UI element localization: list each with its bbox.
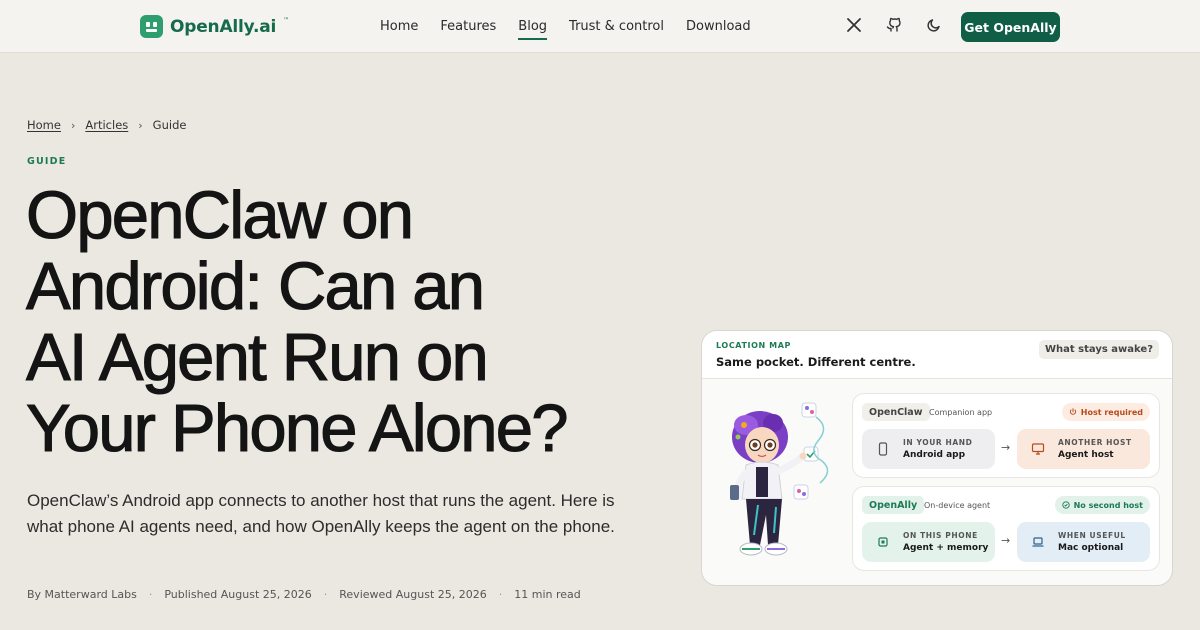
nav-link-trust[interactable]: Trust & control — [569, 19, 664, 40]
on-this-phone-box: ON THIS PHONE Agent + memory — [862, 522, 995, 562]
openclaw-panel: OpenClaw Companion app Host required IN … — [852, 393, 1160, 478]
box-value: Agent + memory — [903, 543, 989, 553]
moon-icon[interactable] — [926, 17, 944, 35]
in-your-hand-box: IN YOUR HAND Android app — [862, 429, 995, 469]
meta-separator: · — [498, 588, 503, 601]
chevron-right-icon: › — [70, 118, 76, 132]
arrow-right-icon: → — [1001, 441, 1011, 454]
nav-link-blog[interactable]: Blog — [518, 19, 548, 40]
chevron-right-icon: › — [138, 118, 143, 132]
nav-links: Home Features Blog Trust & control Downl… — [380, 19, 773, 40]
nav-link-features[interactable]: Features — [440, 19, 496, 40]
laptop-icon — [1025, 529, 1051, 555]
box-value: Agent host — [1058, 450, 1114, 460]
arrow-right-icon: → — [1001, 534, 1011, 547]
title-line: Your Phone Alone? — [25, 391, 569, 466]
breadcrumb-articles[interactable]: Articles — [85, 118, 128, 132]
location-map-card: LOCATION MAP Same pocket. Different cent… — [701, 330, 1173, 586]
logo-tm: ™ — [283, 17, 290, 24]
box-label: ON THIS PHONE — [903, 531, 978, 540]
box-value: Mac optional — [1058, 543, 1124, 553]
nav-link-download[interactable]: Download — [686, 19, 751, 40]
status-badge: No second host — [1054, 496, 1150, 514]
phone-icon — [870, 436, 896, 462]
openally-tag: OpenAlly — [862, 496, 925, 514]
article-dek: OpenClaw’s Android app connects to anoth… — [27, 491, 615, 536]
logo-icon — [140, 15, 163, 38]
mascot-illustration — [730, 402, 829, 556]
openclaw-tag: OpenClaw — [862, 403, 930, 421]
power-icon — [1069, 408, 1076, 415]
card-kicker: LOCATION MAP — [716, 341, 791, 350]
another-host-box: ANOTHER HOST Agent host — [1017, 429, 1150, 469]
box-label: WHEN USEFUL — [1058, 531, 1126, 540]
status-text: Host required — [1080, 407, 1143, 417]
github-icon[interactable] — [886, 17, 904, 35]
title-line: AI Agent Run on — [25, 320, 489, 395]
breadcrumb-current: Guide — [152, 118, 187, 132]
breadcrumb-home[interactable]: Home — [27, 118, 61, 132]
status-text: No second host — [1073, 500, 1143, 510]
openally-panel: OpenAlly On-device agent No second host … — [852, 486, 1160, 571]
logo-text: OpenAlly.ai — [170, 16, 277, 37]
get-openally-button[interactable]: Get OpenAlly — [961, 12, 1060, 42]
breadcrumb: Home › Articles › Guide — [27, 118, 186, 132]
meta-separator: · — [148, 588, 153, 601]
title-line: OpenClaw on — [25, 178, 414, 253]
top-nav: OpenAlly.ai ™ Home Features Blog Trust & … — [0, 0, 1200, 53]
published-date: Published August 25, 2026 — [164, 588, 312, 601]
article-meta: By Matterward Labs · Published August 25… — [27, 588, 581, 601]
logo[interactable]: OpenAlly.ai ™ — [140, 15, 289, 38]
chip-icon — [870, 529, 896, 555]
card-title: Same pocket. Different centre. — [716, 355, 916, 369]
status-badge: Host required — [1061, 403, 1150, 421]
meta-separator: · — [323, 588, 328, 601]
monitor-icon — [1025, 436, 1051, 462]
x-logo-icon[interactable] — [846, 17, 864, 35]
box-label: ANOTHER HOST — [1058, 438, 1132, 447]
article-kicker: GUIDE — [27, 156, 67, 167]
page-title: OpenClaw on Android: Can an AI Agent Run… — [25, 178, 666, 466]
card-header: LOCATION MAP Same pocket. Different cent… — [702, 331, 1172, 379]
read-time: 11 min read — [514, 588, 581, 601]
openclaw-subtitle: Companion app — [929, 408, 993, 417]
title-line: Android: Can an — [25, 249, 485, 324]
author: By Matterward Labs — [27, 588, 137, 601]
box-label: IN YOUR HAND — [903, 438, 973, 447]
reviewed-date: Reviewed August 25, 2026 — [339, 588, 487, 601]
card-badge: What stays awake? — [1039, 340, 1159, 359]
openally-subtitle: On-device agent — [924, 501, 991, 510]
check-circle-icon — [1061, 501, 1070, 509]
nav-link-home[interactable]: Home — [380, 19, 418, 40]
when-useful-box: WHEN USEFUL Mac optional — [1017, 522, 1150, 562]
box-value: Android app — [903, 450, 966, 460]
